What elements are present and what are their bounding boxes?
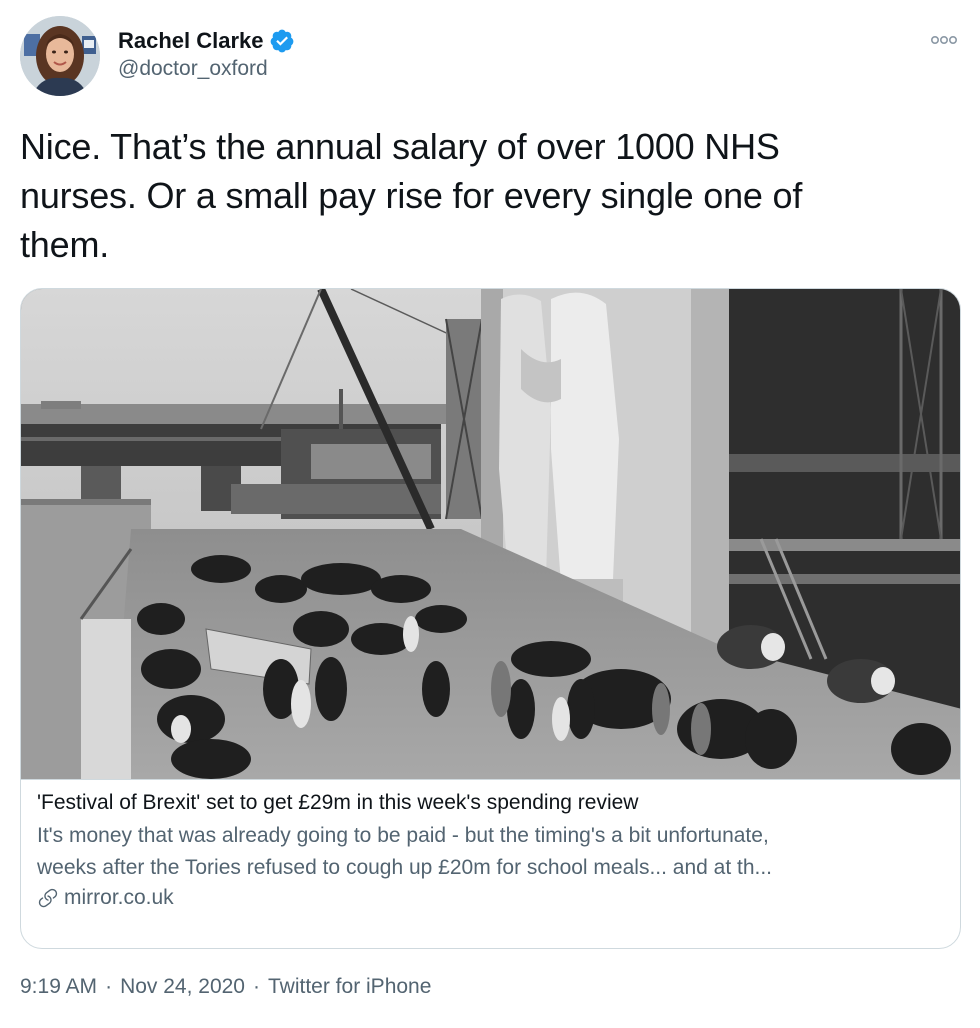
tweet-meta: 9:19 AM · Nov 24, 2020 · Twitter for iPh…: [20, 975, 431, 999]
avatar-photo: [20, 16, 100, 96]
more-options-button[interactable]: [928, 30, 960, 50]
link-preview-card[interactable]: 'Festival of Brexit' set to get £29m in …: [20, 288, 961, 949]
tweet-header: Rachel Clarke @doctor_oxford: [20, 16, 960, 100]
meta-separator: ·: [253, 975, 260, 998]
card-image: [21, 289, 960, 779]
tweet-text-line: them.: [20, 224, 110, 265]
card-description-line: weeks after the Tories refused to cough …: [37, 856, 773, 879]
card-description: It's money that was already going to be …: [37, 820, 946, 884]
handle[interactable]: @doctor_oxford: [118, 57, 295, 81]
avatar[interactable]: [20, 16, 100, 96]
verified-badge-icon: [269, 28, 295, 54]
author-block: Rachel Clarke @doctor_oxford: [118, 26, 295, 81]
tweet-text: Nice. That’s the annual salary of over 1…: [20, 122, 920, 269]
tweet-text-line: Nice. That’s the annual salary of over 1…: [20, 126, 780, 167]
display-name[interactable]: Rachel Clarke: [118, 28, 264, 54]
card-photo: [21, 289, 960, 779]
card-domain: mirror.co.uk: [37, 886, 946, 910]
meta-separator: ·: [105, 975, 113, 998]
more-options-icon: [930, 35, 957, 45]
card-domain-text: mirror.co.uk: [64, 886, 174, 909]
card-title: 'Festival of Brexit' set to get £29m in …: [37, 791, 639, 814]
tweet-time[interactable]: 9:19 AM: [20, 975, 97, 999]
name-row: Rachel Clarke: [118, 26, 295, 56]
card-description-line: It's money that was already going to be …: [37, 824, 769, 847]
card-body: 'Festival of Brexit' set to get £29m in …: [21, 779, 960, 948]
tweet-source[interactable]: Twitter for iPhone: [268, 975, 431, 999]
tweet-text-line: nurses. Or a small pay rise for every si…: [20, 175, 803, 216]
tweet-date[interactable]: Nov 24, 2020: [120, 975, 245, 999]
link-icon: [37, 887, 59, 909]
